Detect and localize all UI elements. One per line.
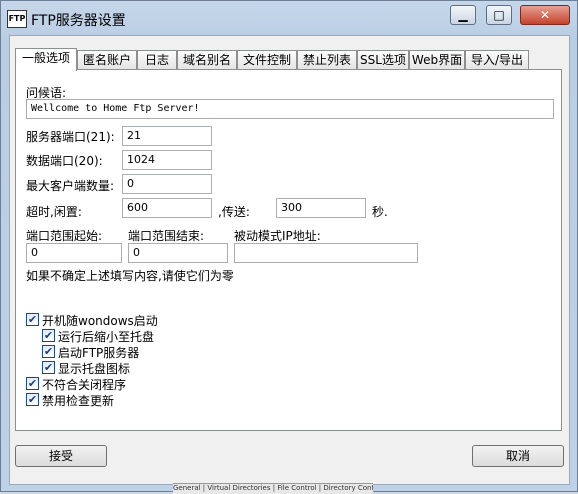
tab-anonymous-account[interactable]: 匿名账户 <box>77 50 137 70</box>
minimize-button[interactable]: ▁ <box>450 5 476 25</box>
port-range-start-input[interactable]: 0 <box>26 243 122 263</box>
ftp-settings-window: FTP FTP服务器设置 ▁ □ ✕ 一般选项 匿名账户 日志 域名别名 文件控… <box>0 0 578 494</box>
disable-update-check-label: 禁用检查更新 <box>42 394 115 408</box>
minimize-to-tray-label: 运行后缩小至托盘 <box>58 330 155 344</box>
server-port-label: 服务器端口(21): <box>26 130 115 144</box>
no-close-program-label: 不符合关闭程序 <box>42 378 127 392</box>
tab-domain-alias[interactable]: 域名别名 <box>177 50 237 70</box>
tab-general[interactable]: 一般选项 <box>15 48 77 71</box>
max-clients-input[interactable]: 0 <box>122 174 212 194</box>
start-with-windows-label: 开机随wondows启动 <box>42 314 158 328</box>
zero-hint-text: 如果不确定上述填写内容,请使它们为零 <box>26 269 234 283</box>
passive-ip-input[interactable] <box>234 243 418 263</box>
close-button[interactable]: ✕ <box>520 5 570 25</box>
accept-button[interactable]: 接受 <box>15 445 107 467</box>
checkmark-icon: ✔ <box>42 345 55 358</box>
checkmark-icon: ✔ <box>26 377 39 390</box>
tab-ssl-options[interactable]: SSL选项 <box>357 50 409 70</box>
tab-import-export[interactable]: 导入/导出 <box>465 50 529 70</box>
checkmark-icon: ✔ <box>42 361 55 374</box>
show-tray-icon-label: 显示托盘图标 <box>58 362 131 376</box>
cancel-button[interactable]: 取消 <box>472 445 564 467</box>
server-port-input[interactable]: 21 <box>122 126 212 146</box>
title-bar[interactable]: FTP FTP服务器设置 ▁ □ ✕ <box>1 1 577 35</box>
greeting-input[interactable]: Wellcome to Home Ftp Server! <box>26 99 554 119</box>
timeout-transfer-input[interactable]: 300 <box>276 198 366 218</box>
background-window-tabs: General | Virtual Directories | File Con… <box>173 483 373 494</box>
dialog-client-area: 一般选项 匿名账户 日志 域名别名 文件控制 禁止列表 SSL选项 Web界面 … <box>9 35 570 485</box>
window-title: FTP服务器设置 <box>31 13 126 29</box>
timeout-idle-label: 超时,闲置: <box>26 205 82 219</box>
checkmark-icon: ✔ <box>26 393 39 406</box>
seconds-label: 秒. <box>372 205 388 219</box>
port-range-end-label: 端口范围结束: <box>128 229 205 243</box>
max-clients-label: 最大客户端数量: <box>26 179 115 193</box>
maximize-button[interactable]: □ <box>486 5 512 25</box>
tab-log[interactable]: 日志 <box>137 50 177 70</box>
ftp-app-icon: FTP <box>7 10 27 28</box>
tab-file-control[interactable]: 文件控制 <box>237 50 297 70</box>
tab-web-interface[interactable]: Web界面 <box>409 50 465 70</box>
checkmark-icon: ✔ <box>26 313 39 326</box>
port-range-start-label: 端口范围起始: <box>26 229 103 243</box>
checkmark-icon: ✔ <box>42 329 55 342</box>
data-port-label: 数据端口(20): <box>26 154 103 168</box>
port-range-end-input[interactable]: 0 <box>128 243 228 263</box>
passive-ip-label: 被动模式IP地址: <box>234 229 321 243</box>
start-ftp-server-label: 启动FTP服务器 <box>58 346 140 360</box>
timeout-transfer-label: ,传送: <box>218 205 250 219</box>
timeout-idle-input[interactable]: 600 <box>122 198 212 218</box>
data-port-input[interactable]: 1024 <box>122 150 212 170</box>
tab-ban-list[interactable]: 禁止列表 <box>297 50 357 70</box>
general-options-panel: 问候语: Wellcome to Home Ftp Server! 服务器端口(… <box>15 69 562 431</box>
